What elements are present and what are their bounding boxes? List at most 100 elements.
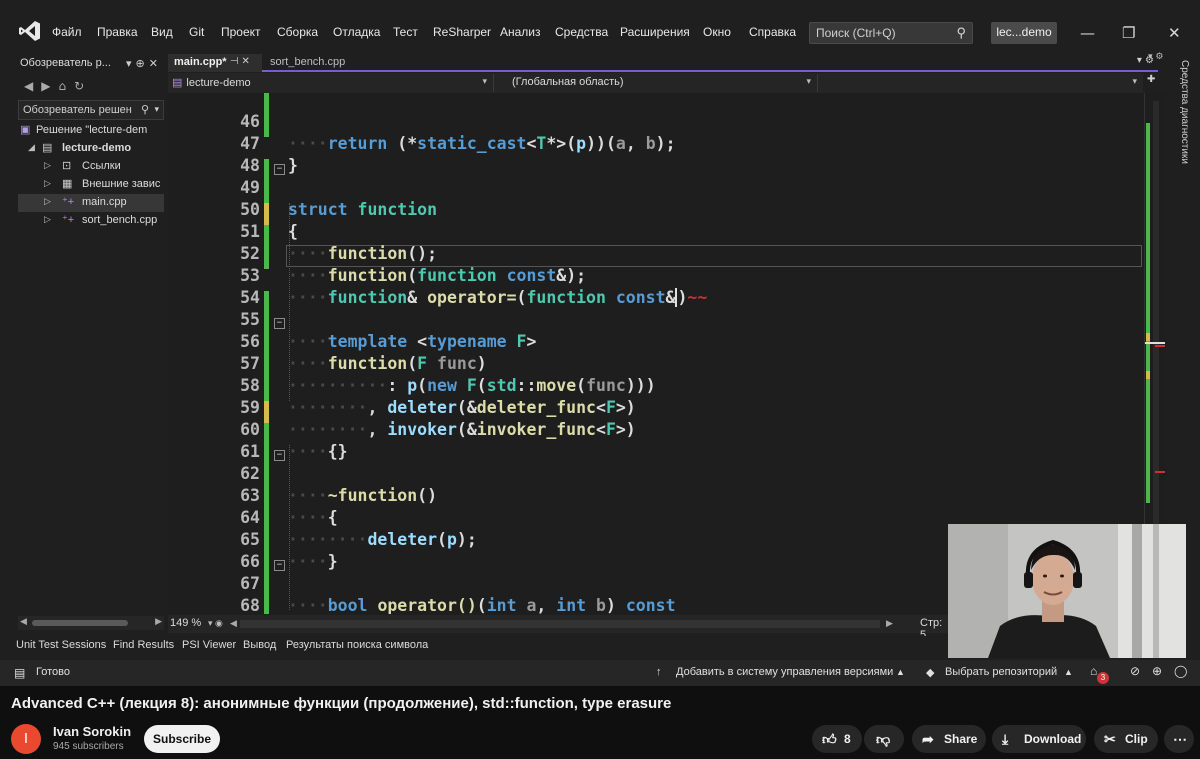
solution-explorer-toolbar[interactable]: ◀▶⌂↻ xyxy=(14,76,164,98)
panel-pin-icons[interactable]: ▾⊕✕ xyxy=(126,57,162,70)
expand-right-icon[interactable]: ▷ xyxy=(44,160,51,171)
tab-psi-viewer[interactable]: PSI Viewer xyxy=(182,639,236,651)
menu-analyze[interactable]: Анализ xyxy=(500,25,541,39)
scrollbar-thumb[interactable] xyxy=(32,620,128,626)
code-line-62[interactable]: 62 ····~function() xyxy=(168,441,1143,505)
dislike-button[interactable]: 👎︎ xyxy=(864,725,904,753)
tab-main-cpp[interactable]: main.cpp* ⊣ ✕ xyxy=(168,54,262,72)
close-button[interactable]: ✕ xyxy=(1168,24,1181,42)
menu-extensions[interactable]: Расширения xyxy=(620,25,690,39)
menu-build[interactable]: Сборка xyxy=(277,25,318,39)
menu-view[interactable]: Вид xyxy=(151,25,173,39)
pin-and-close-icon[interactable]: ⊣ ✕ xyxy=(230,56,250,67)
diagnostics-tools-tab[interactable]: Средства диагностики xyxy=(1172,60,1190,220)
update-status-icon[interactable]: ⊕ xyxy=(1152,664,1162,678)
more-icon: ⋯ xyxy=(1173,731,1187,747)
expand-right-icon[interactable]: ▷ xyxy=(44,214,51,225)
subscribe-button[interactable]: Subscribe xyxy=(144,725,220,753)
channel-name[interactable]: Ivan Sorokin xyxy=(53,724,131,739)
output-window-icon[interactable]: ▤ xyxy=(14,666,25,680)
visual-studio-window: Файл Правка Вид Git Проект Сборка Отладк… xyxy=(0,0,1200,686)
code-line-52[interactable]: 52 ····function(function const&); xyxy=(168,221,1143,285)
tree-item-main-cpp[interactable]: ▷ ⁺+ main.cpp xyxy=(18,194,164,212)
more-actions-button[interactable]: ⋯ xyxy=(1164,725,1194,753)
menu-tools[interactable]: Средства xyxy=(555,25,608,39)
code-line-48[interactable]: 48 xyxy=(168,133,1143,175)
expand-right-icon[interactable]: ▷ xyxy=(44,178,51,189)
code-line-64[interactable]: 64 ········deleter(p); xyxy=(168,485,1143,549)
code-line-51[interactable]: 51 ····function(); xyxy=(168,199,1143,263)
search-placeholder: Поиск (Ctrl+Q) xyxy=(816,26,896,40)
tree-item-project[interactable]: ◢ ▤ lecture-demo xyxy=(18,140,164,158)
chevron-down-icon[interactable]: ▾ ⚙ xyxy=(1148,52,1163,62)
split-editor-icon[interactable]: ✚ xyxy=(1147,74,1155,85)
tree-item-solution[interactable]: ▣ Решение "lecture-dem xyxy=(18,122,164,140)
restore-button[interactable]: ❐ xyxy=(1122,24,1135,42)
code-line-58[interactable]: 58 ········, deleter(&deleter_func<F>) xyxy=(168,353,1143,417)
menu-test[interactable]: Тест xyxy=(393,25,418,39)
tab-sort-bench-cpp[interactable]: sort_bench.cpp xyxy=(264,54,356,72)
sync-icon[interactable]: ↻ xyxy=(74,79,92,93)
forward-icon[interactable]: ▶ xyxy=(41,79,58,93)
channel-avatar[interactable]: I xyxy=(11,724,41,754)
menu-edit[interactable]: Правка xyxy=(97,25,138,39)
scroll-left-icon[interactable]: ◀ xyxy=(20,617,27,627)
member-combo[interactable]: ▾ xyxy=(818,74,1143,92)
chevron-down-icon[interactable]: ▾ xyxy=(154,104,159,115)
solution-name-badge[interactable]: lec...demo xyxy=(991,22,1057,44)
share-button[interactable]: ➦ Share xyxy=(912,725,986,753)
tab-output[interactable]: Вывод xyxy=(243,639,276,651)
code-line-55[interactable]: 55 ····template <typename F> xyxy=(168,287,1143,351)
editor-horizontal-scrollbar[interactable] xyxy=(240,620,880,628)
solution-search-input[interactable]: Обозреватель решен ⚲ ▾ xyxy=(18,100,164,120)
chevron-down-icon[interactable]: ▾ ◉ xyxy=(208,618,223,629)
project-combo[interactable]: ▤ lecture-demo ▾ xyxy=(168,74,494,92)
menu-git[interactable]: Git xyxy=(189,25,204,39)
code-line-50[interactable]: 50 { xyxy=(168,177,1143,241)
add-to-vcs-button[interactable]: Добавить в систему управления версиями xyxy=(676,666,893,678)
clip-button[interactable]: ✂ Clip xyxy=(1094,725,1158,753)
code-line-46[interactable]: 46 ····return (*static_cast<T*>(p))(a, b… xyxy=(168,93,1143,153)
code-line-56[interactable]: 56 ····function(F func) xyxy=(168,309,1143,373)
menu-file[interactable]: Файл xyxy=(52,25,82,39)
scroll-right-icon[interactable]: ▶ xyxy=(155,617,162,627)
scroll-right-icon[interactable]: ▶ xyxy=(886,618,893,629)
code-line-49[interactable]: 49 struct function xyxy=(168,155,1143,219)
code-line-59[interactable]: 59 ········, invoker(&invoker_func<F>) xyxy=(168,375,1143,439)
tree-item-references[interactable]: ▷ ⊡ Ссылки xyxy=(18,158,164,176)
home-icon[interactable]: ⌂ xyxy=(58,79,74,93)
like-button[interactable]: 👍︎ 8 xyxy=(812,725,862,753)
code-line-57[interactable]: 57 ··········: p(new F(std::move(func))) xyxy=(168,331,1143,395)
feedback-icon[interactable]: ◯ xyxy=(1174,664,1187,678)
code-line-53[interactable]: 53 ····function& operator=(function cons… xyxy=(168,243,1143,307)
expand-right-icon[interactable]: ▷ xyxy=(44,196,51,207)
scroll-left-icon[interactable]: ◀ xyxy=(230,618,237,629)
menu-project[interactable]: Проект xyxy=(221,25,261,39)
tab-symbol-search-results[interactable]: Результаты поиска символа xyxy=(286,639,428,651)
select-repository-button[interactable]: Выбрать репозиторий xyxy=(945,666,1057,678)
code-line-63[interactable]: 63 ····{ xyxy=(168,463,1143,527)
menu-resharper[interactable]: ReSharper xyxy=(433,25,491,39)
menu-help[interactable]: Справка xyxy=(749,25,796,39)
code-line-54[interactable]: 54 xyxy=(168,265,1143,307)
error-marker xyxy=(1155,345,1165,347)
expand-down-icon[interactable]: ◢ xyxy=(28,142,35,153)
solution-horizontal-scrollbar[interactable]: ◀ ▶ xyxy=(18,616,164,630)
zoom-level[interactable]: 149 % xyxy=(170,617,201,629)
menu-window[interactable]: Окно xyxy=(703,25,731,39)
code-line-60[interactable]: 60 ····{} xyxy=(168,397,1143,461)
code-line-47[interactable]: 47 } xyxy=(168,111,1143,175)
tree-item-external-deps[interactable]: ▷ ▦ Внешние завис xyxy=(18,176,164,194)
tab-find-results[interactable]: Find Results xyxy=(113,639,174,651)
tree-item-sort-bench-cpp[interactable]: ▷ ⁺+ sort_bench.cpp xyxy=(18,212,164,230)
code-line-61[interactable]: 61 xyxy=(168,419,1143,461)
scope-combo[interactable]: (Глобальная область) ▾ xyxy=(508,74,818,92)
tab-unit-test-sessions[interactable]: Unit Test Sessions xyxy=(16,639,106,651)
download-button[interactable]: ⤓ Download xyxy=(992,725,1086,753)
minimize-button[interactable]: — xyxy=(1080,24,1095,42)
menu-debug[interactable]: Отладка xyxy=(333,25,380,39)
search-box[interactable]: Поиск (Ctrl+Q) ⚲ xyxy=(809,22,973,44)
download-status-icon[interactable]: ⊘ xyxy=(1130,664,1140,678)
change-marker xyxy=(1146,123,1150,333)
back-icon[interactable]: ◀ xyxy=(24,79,41,93)
